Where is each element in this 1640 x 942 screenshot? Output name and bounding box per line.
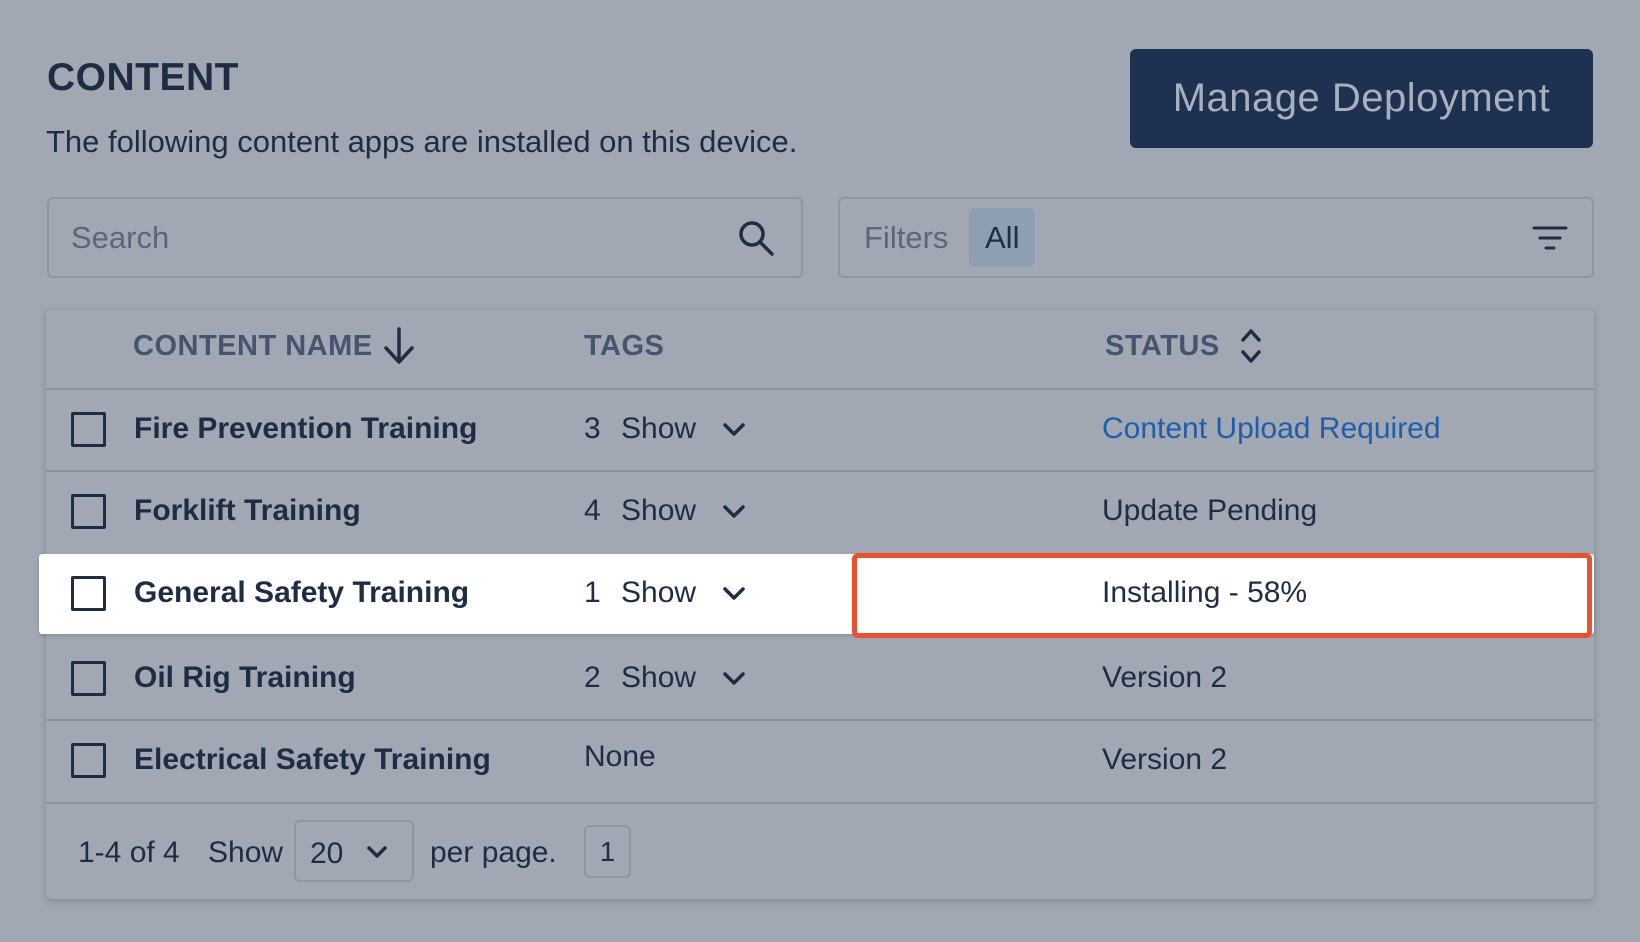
status-text: Version 2 (1102, 661, 1228, 694)
table-row: Electrical Safety Training None Version … (46, 720, 1594, 800)
row-checkbox[interactable] (71, 494, 106, 529)
table-row: Forklift Training 4 Show Update Pending (46, 471, 1594, 551)
table-row: Fire Prevention Training 3 Show Content … (46, 389, 1594, 469)
content-name[interactable]: Oil Rig Training (134, 661, 356, 695)
content-name[interactable]: Fire Prevention Training (134, 412, 477, 446)
pagination-show-label: Show (208, 836, 284, 869)
table-row: Oil Rig Training 2 Show Version 2 (46, 637, 1594, 717)
search-input[interactable] (71, 199, 731, 276)
filter-chip-all[interactable]: All (969, 208, 1036, 267)
status-highlight-box (852, 553, 1592, 638)
tags-none: None (584, 740, 656, 773)
per-page-value: 20 (310, 837, 344, 870)
manage-deployment-button[interactable]: Manage Deployment (1130, 49, 1593, 148)
row-checkbox[interactable] (71, 412, 106, 447)
tag-count: 4 (584, 494, 601, 527)
chevron-down-icon[interactable] (722, 504, 746, 520)
column-header-content-name[interactable]: CONTENT NAME (133, 330, 373, 363)
show-tags-button[interactable]: Show (621, 494, 696, 528)
row-checkbox[interactable] (71, 743, 106, 778)
content-name[interactable]: Electrical Safety Training (134, 743, 491, 777)
per-page-suffix: per page. (430, 836, 557, 869)
status-text: Version 2 (1102, 743, 1228, 776)
tag-count: 1 (584, 576, 601, 609)
sort-descending-icon[interactable] (382, 326, 416, 366)
filters-label: Filters (864, 220, 949, 255)
page-title: CONTENT (47, 56, 239, 99)
chevron-down-icon[interactable] (722, 586, 746, 602)
status-link[interactable]: Content Upload Required (1102, 412, 1441, 446)
column-header-tags: TAGS (584, 330, 665, 362)
per-page-select[interactable]: 20 (294, 820, 414, 882)
pagination-range: 1-4 of 4 (78, 836, 180, 869)
filter-lines-icon[interactable] (1532, 223, 1568, 253)
column-header-status[interactable]: STATUS (1105, 330, 1220, 363)
chevron-down-icon[interactable] (722, 671, 746, 687)
tag-count: 3 (584, 412, 601, 445)
sort-toggle-icon[interactable] (1239, 326, 1263, 366)
content-name[interactable]: Forklift Training (134, 494, 361, 528)
page-subtitle: The following content apps are installed… (46, 124, 798, 159)
chevron-down-icon[interactable] (722, 422, 746, 438)
show-tags-button[interactable]: Show (621, 576, 696, 610)
row-checkbox[interactable] (71, 661, 106, 696)
search-icon[interactable] (737, 219, 775, 257)
search-box (47, 197, 803, 278)
content-name[interactable]: General Safety Training (134, 576, 469, 610)
chevron-down-icon (367, 846, 387, 858)
divider (46, 802, 1594, 804)
status-text: Update Pending (1102, 494, 1318, 527)
filters-box[interactable]: Filters All (838, 197, 1594, 278)
page-button-1[interactable]: 1 (584, 825, 631, 878)
tag-count: 2 (584, 661, 601, 694)
row-checkbox[interactable] (71, 576, 106, 611)
show-tags-button[interactable]: Show (621, 661, 696, 695)
show-tags-button[interactable]: Show (621, 412, 696, 446)
